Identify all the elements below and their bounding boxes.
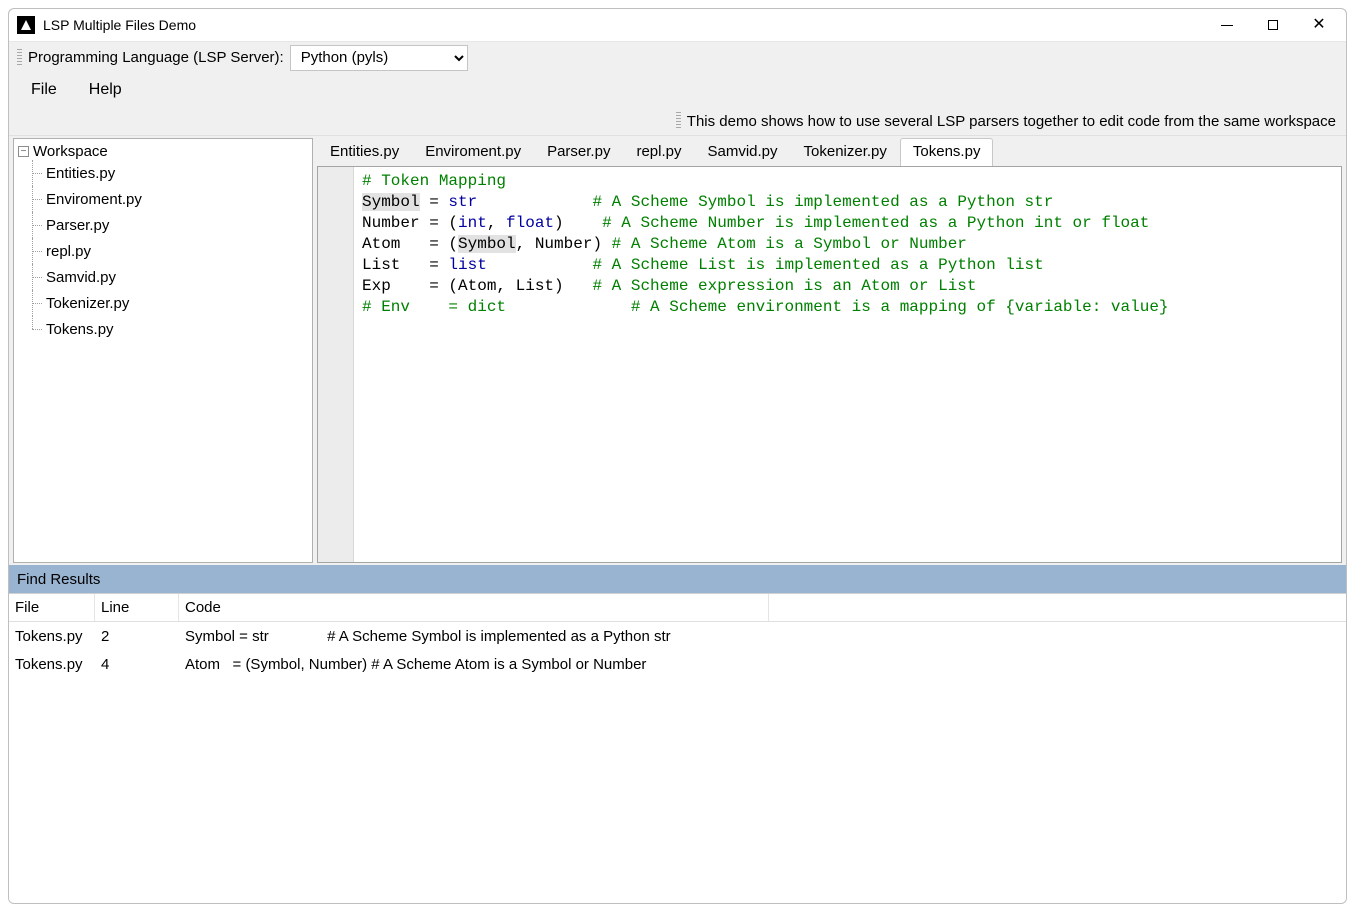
code-editor[interactable]: # Token MappingSymbol = str # A Scheme S… xyxy=(317,166,1342,563)
find-header: Find Results xyxy=(9,565,1346,593)
toolbar: Programming Language (LSP Server): Pytho… xyxy=(9,41,1346,73)
menu-help[interactable]: Help xyxy=(73,77,138,103)
tab-enviroment-py[interactable]: Enviroment.py xyxy=(412,138,534,166)
language-label: Programming Language (LSP Server): xyxy=(28,49,284,66)
close-button[interactable]: ✕ xyxy=(1296,10,1342,40)
info-row: This demo shows how to use several LSP p… xyxy=(9,107,1346,135)
tab-parser-py[interactable]: Parser.py xyxy=(534,138,623,166)
find-panel: Find Results File Line Code Tokens.py2Sy… xyxy=(9,565,1346,903)
code-area[interactable]: # Token MappingSymbol = str # A Scheme S… xyxy=(354,167,1169,562)
find-col-line[interactable]: Line xyxy=(95,594,179,621)
editor-gutter xyxy=(318,167,354,562)
tree-file-item[interactable]: Entities.py xyxy=(26,160,308,186)
titlebar: LSP Multiple Files Demo ✕ xyxy=(9,9,1346,41)
tree-file-item[interactable]: Tokens.py xyxy=(26,316,308,342)
editor-area: Entities.pyEnviroment.pyParser.pyrepl.py… xyxy=(317,138,1342,563)
find-result-row[interactable]: Tokens.py4Atom = (Symbol, Number) # A Sc… xyxy=(9,650,1346,678)
maximize-button[interactable] xyxy=(1250,10,1296,40)
tab-tokens-py[interactable]: Tokens.py xyxy=(900,138,994,166)
tree-root-label[interactable]: Workspace xyxy=(33,143,108,160)
tree-toggle-icon[interactable]: − xyxy=(18,146,29,157)
workspace-tree[interactable]: − Workspace Entities.pyEnviroment.pyPars… xyxy=(13,138,313,563)
tree-file-item[interactable]: Parser.py xyxy=(26,212,308,238)
find-results-table[interactable]: File Line Code Tokens.py2Symbol = str # … xyxy=(9,593,1346,903)
tree-file-item[interactable]: Enviroment.py xyxy=(26,186,308,212)
tree-file-item[interactable]: repl.py xyxy=(26,238,308,264)
tab-tokenizer-py[interactable]: Tokenizer.py xyxy=(791,138,900,166)
tab-samvid-py[interactable]: Samvid.py xyxy=(694,138,790,166)
minimize-button[interactable] xyxy=(1204,10,1250,40)
find-col-code[interactable]: Code xyxy=(179,594,769,621)
tab-entities-py[interactable]: Entities.py xyxy=(317,138,412,166)
tab-repl-py[interactable]: repl.py xyxy=(623,138,694,166)
editor-tabs: Entities.pyEnviroment.pyParser.pyrepl.py… xyxy=(317,138,1342,166)
info-text: This demo shows how to use several LSP p… xyxy=(687,113,1336,130)
menubar: File Help xyxy=(9,73,1346,107)
window-title: LSP Multiple Files Demo xyxy=(43,17,196,33)
tree-file-item[interactable]: Samvid.py xyxy=(26,264,308,290)
language-select[interactable]: Python (pyls) xyxy=(290,45,468,71)
find-result-row[interactable]: Tokens.py2Symbol = str # A Scheme Symbol… xyxy=(9,622,1346,650)
toolbar-grip-icon xyxy=(17,49,22,67)
find-col-file[interactable]: File xyxy=(9,594,95,621)
app-icon xyxy=(17,16,35,34)
menu-file[interactable]: File xyxy=(15,77,73,103)
info-grip-icon xyxy=(676,112,681,130)
tree-file-item[interactable]: Tokenizer.py xyxy=(26,290,308,316)
app-window: LSP Multiple Files Demo ✕ Programming La… xyxy=(8,8,1347,904)
main-split: − Workspace Entities.pyEnviroment.pyPars… xyxy=(9,135,1346,565)
